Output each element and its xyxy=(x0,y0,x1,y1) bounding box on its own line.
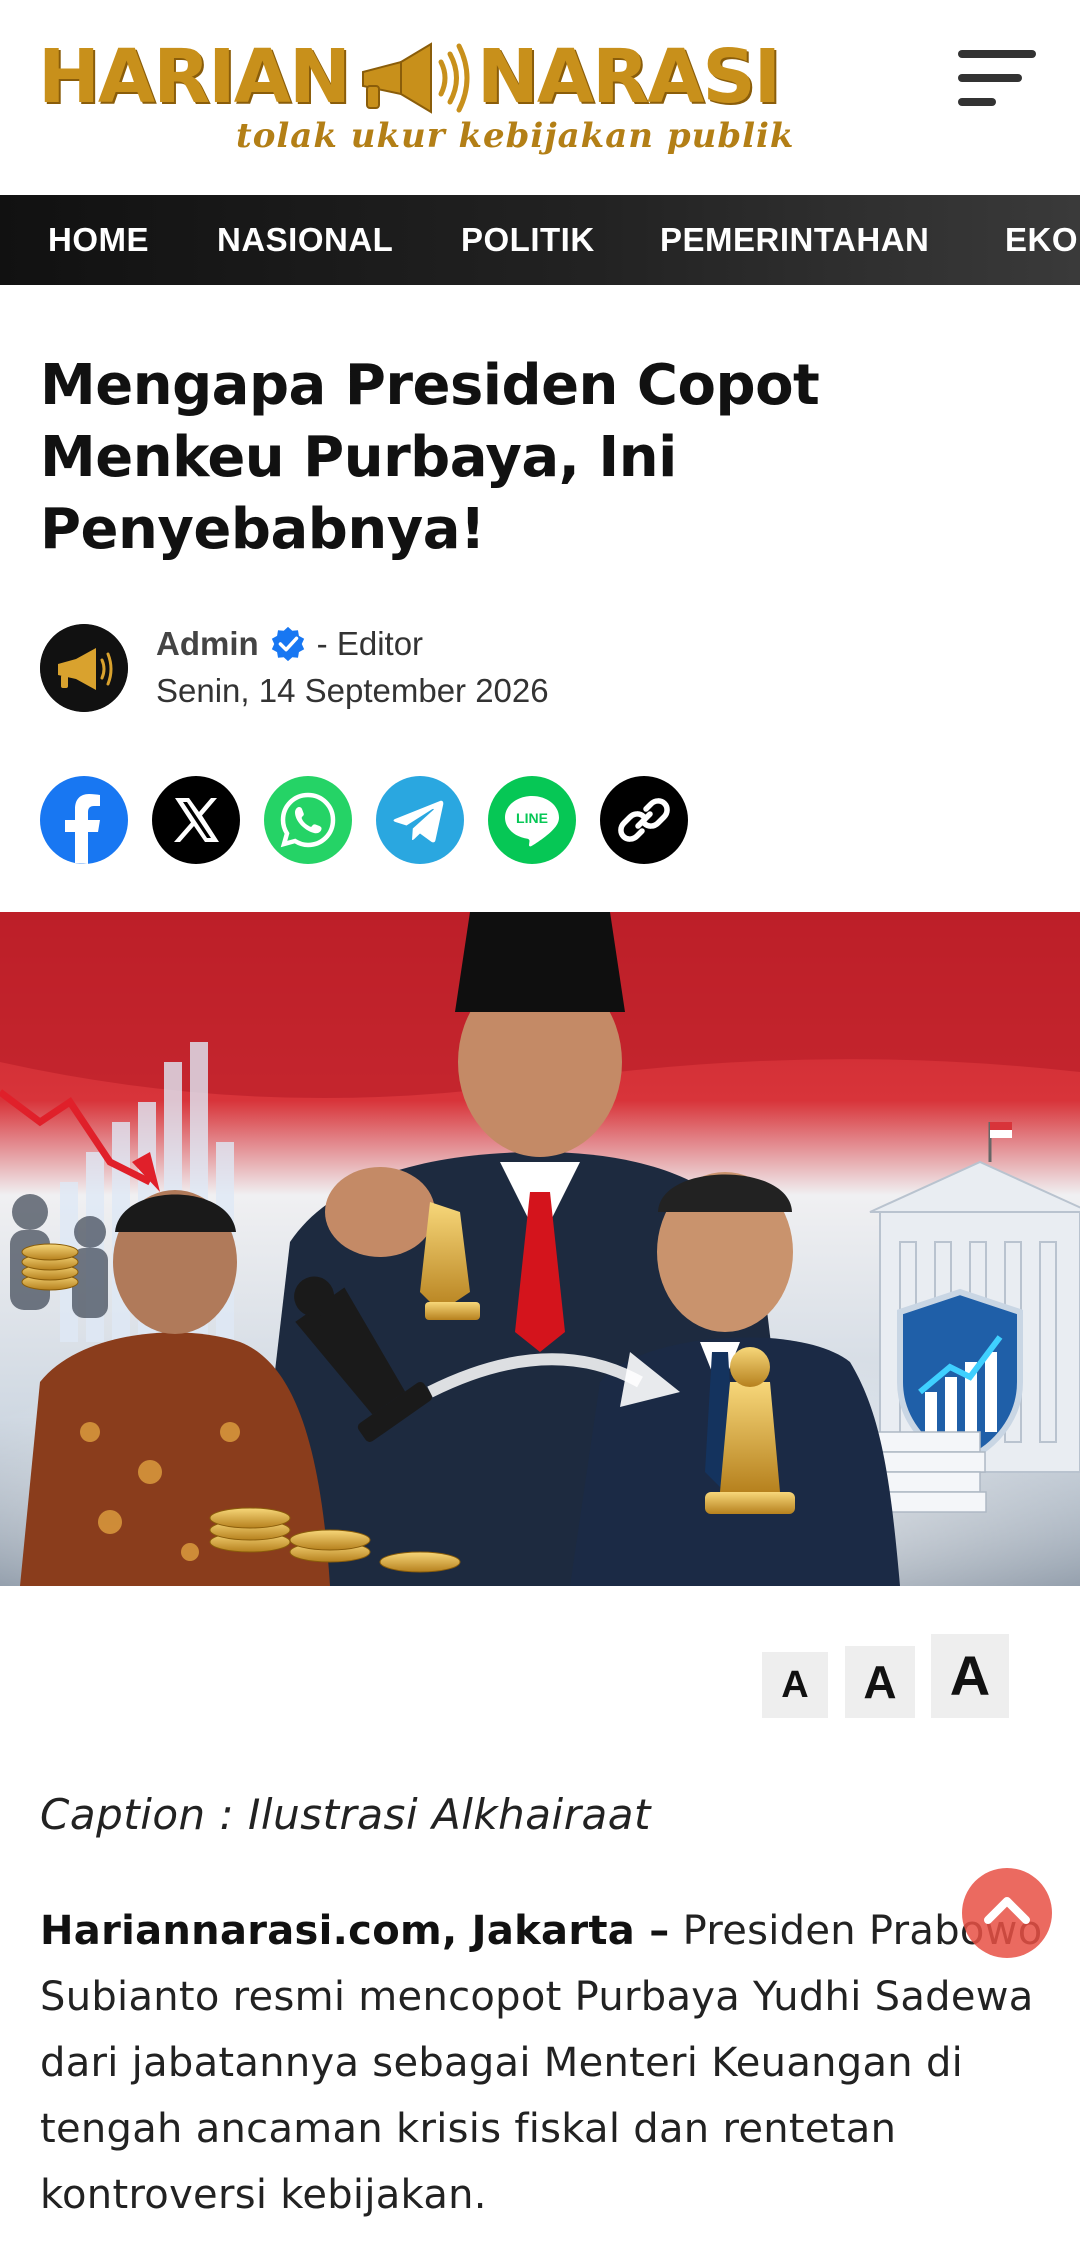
megaphone-icon xyxy=(361,42,470,114)
logo-wordmark: HARIAN NARASI xyxy=(38,32,781,122)
image-caption: Caption : Ilustrasi Alkhairaat xyxy=(40,1790,651,1839)
author-name[interactable]: Admin xyxy=(156,625,259,663)
nav-item-politik[interactable]: POLITIK xyxy=(461,195,595,285)
article-body-text: Presiden Prabowo Subianto resmi mencopot… xyxy=(40,1908,1043,2218)
article-lead: Hariannarasi.com, Jakarta – xyxy=(40,1908,670,1954)
nav-item-home[interactable]: HOME xyxy=(48,195,149,285)
menu-line xyxy=(958,50,1036,58)
line-label: LINE xyxy=(516,810,548,826)
nav-item-nasional[interactable]: NASIONAL xyxy=(217,195,393,285)
facebook-icon xyxy=(40,776,128,864)
share-line-button[interactable]: LINE xyxy=(488,776,576,864)
article-title: Mengapa Presiden Copot Menkeu Purbaya, I… xyxy=(40,353,820,562)
avatar[interactable] xyxy=(40,624,128,712)
publish-date: Senin, 14 September 2026 xyxy=(156,672,549,709)
author-role: - Editor xyxy=(316,625,424,662)
site-logo[interactable]: HARIAN NARASI tolak ukur kebijakan publi… xyxy=(38,26,808,156)
x-icon xyxy=(152,776,240,864)
share-telegram-button[interactable] xyxy=(376,776,464,864)
nav-item-ekonomi[interactable]: EKO xyxy=(1005,195,1078,285)
whatsapp-icon xyxy=(264,776,352,864)
share-x-button[interactable] xyxy=(152,776,240,864)
share-whatsapp-button[interactable] xyxy=(264,776,352,864)
hamburger-menu-icon[interactable] xyxy=(950,44,1040,114)
article-hero-image xyxy=(0,912,1080,1586)
site-header: HARIAN NARASI tolak ukur kebijakan publi… xyxy=(0,0,1080,195)
scroll-to-top-button[interactable] xyxy=(962,1868,1052,1958)
article-illustration xyxy=(0,912,1080,1586)
link-icon xyxy=(600,776,688,864)
font-size-medium-button[interactable]: A xyxy=(845,1646,915,1718)
megaphone-icon xyxy=(40,624,128,712)
author-line: Admin - Editor xyxy=(156,620,423,668)
chevron-up-icon xyxy=(984,1897,1030,1924)
font-size-large-button[interactable]: A xyxy=(931,1634,1009,1718)
logo-text-right: NARASI xyxy=(476,34,781,120)
menu-line xyxy=(958,98,996,106)
main-nav: HOME NASIONAL POLITIK PEMERINTAHAN EKO xyxy=(0,195,1080,285)
nav-item-pemerintahan[interactable]: PEMERINTAHAN xyxy=(660,195,929,285)
menu-line xyxy=(958,74,1022,82)
font-size-small-button[interactable]: A xyxy=(762,1652,828,1718)
verified-badge-icon xyxy=(271,626,304,662)
line-icon: LINE xyxy=(488,776,576,864)
telegram-icon xyxy=(376,776,464,864)
article-paragraph: Hariannarasi.com, Jakarta – Presiden Pra… xyxy=(40,1898,1050,2228)
share-facebook-button[interactable] xyxy=(40,776,128,864)
copy-link-button[interactable] xyxy=(600,776,688,864)
logo-text-left: HARIAN xyxy=(38,34,351,120)
logo-tagline: tolak ukur kebijakan publik xyxy=(236,116,795,156)
